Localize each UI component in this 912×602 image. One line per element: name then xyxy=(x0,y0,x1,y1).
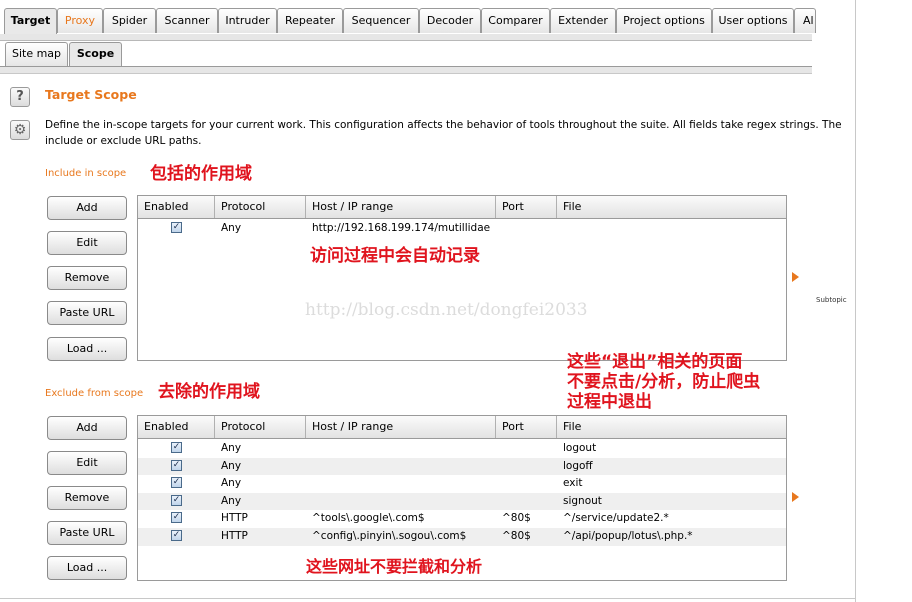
subtopic-label: Subtopic xyxy=(816,296,847,304)
enabled-checkbox[interactable]: ✓ xyxy=(171,512,182,524)
include-annotation: 包括的作用域 xyxy=(150,164,252,184)
exclude-expand-arrow-icon[interactable] xyxy=(792,492,799,502)
include-row-annotation: 访问过程中会自动记录 xyxy=(310,246,480,266)
tab-alerts[interactable]: Al xyxy=(794,8,816,33)
row-host: ^config\.pinyin\.sogou\.com$ xyxy=(312,530,467,542)
include-edit-button[interactable]: Edit xyxy=(47,231,127,255)
include-table-header: Enabled Protocol Host / IP range Port Fi… xyxy=(138,196,786,219)
tab-scanner[interactable]: Scanner xyxy=(156,8,218,33)
side-annotation-line: 这些“退出”相关的页面 xyxy=(567,352,743,372)
tab-decoder[interactable]: Decoder xyxy=(419,8,481,33)
scope-description: Define the in-scope targets for your cur… xyxy=(45,117,842,149)
row-file: exit xyxy=(563,477,583,490)
row-protocol: Any xyxy=(221,222,242,234)
row-protocol: Any xyxy=(221,459,242,472)
row-port: ^80$ xyxy=(502,530,531,542)
exclude-side-annotation: 这些“退出”相关的页面 不要点击/分析，防止爬虫 过程中退出 xyxy=(567,352,760,412)
include-scope-table[interactable]: Enabled Protocol Host / IP range Port Fi… xyxy=(137,195,787,361)
table-row[interactable]: ✓ HTTP ^config\.pinyin\.sogou\.com$ ^80$… xyxy=(138,528,786,546)
row-protocol: HTTP xyxy=(221,530,248,542)
include-remove-button[interactable]: Remove xyxy=(47,266,127,290)
exclude-table-header: Enabled Protocol Host / IP range Port Fi… xyxy=(138,416,786,439)
include-expand-arrow-icon[interactable] xyxy=(792,272,799,282)
table-row[interactable]: ✓ Any logout xyxy=(138,440,786,458)
tab-target[interactable]: Target xyxy=(4,8,57,34)
exclude-scope-label: Exclude from scope xyxy=(45,388,144,399)
subtab-site-map[interactable]: Site map xyxy=(5,42,68,66)
tab-comparer[interactable]: Comparer xyxy=(481,8,550,33)
table-row[interactable]: ✓ Any signout xyxy=(138,492,786,511)
tab-user-options[interactable]: User options xyxy=(712,8,794,33)
column-host[interactable]: Host / IP range xyxy=(306,416,496,438)
row-protocol: HTTP xyxy=(221,512,248,525)
description-line-2: include or exclude URL paths. xyxy=(45,135,202,147)
column-enabled[interactable]: Enabled xyxy=(138,416,215,438)
row-file: signout xyxy=(563,494,602,507)
row-protocol: Any xyxy=(221,494,242,507)
row-file: ^/service/update2.* xyxy=(563,512,669,525)
page-title: Target Scope xyxy=(45,87,137,102)
bottom-divider xyxy=(0,598,855,599)
row-file: logoff xyxy=(563,459,593,472)
column-host[interactable]: Host / IP range xyxy=(306,196,496,218)
side-annotation-line: 过程中退出 xyxy=(567,392,652,412)
exclude-remove-button[interactable]: Remove xyxy=(47,486,127,510)
tab-extender[interactable]: Extender xyxy=(550,8,616,33)
tab-bar-base xyxy=(0,34,812,41)
tab-project-options[interactable]: Project options xyxy=(616,8,712,33)
include-add-button[interactable]: Add xyxy=(47,196,127,220)
table-row[interactable]: ✓ Any logoff xyxy=(138,457,786,476)
column-file[interactable]: File xyxy=(557,196,786,218)
tab-intruder[interactable]: Intruder xyxy=(218,8,277,33)
enabled-checkbox[interactable]: ✓ xyxy=(171,459,182,471)
column-file[interactable]: File xyxy=(557,416,786,438)
row-host: ^tools\.google\.com$ xyxy=(312,512,425,525)
exclude-add-button[interactable]: Add xyxy=(47,416,127,440)
row-file: logout xyxy=(563,442,597,454)
exclude-paste-url-button[interactable]: Paste URL xyxy=(47,521,127,545)
enabled-checkbox[interactable]: ✓ xyxy=(171,530,182,541)
table-row[interactable]: ✓ Any exit xyxy=(138,475,786,493)
include-paste-url-button[interactable]: Paste URL xyxy=(47,301,127,325)
enabled-checkbox[interactable]: ✓ xyxy=(171,222,182,233)
enabled-checkbox[interactable]: ✓ xyxy=(171,494,182,506)
include-load-button[interactable]: Load ... xyxy=(47,337,127,361)
column-protocol[interactable]: Protocol xyxy=(215,416,306,438)
column-protocol[interactable]: Protocol xyxy=(215,196,306,218)
row-file: ^/api/popup/lotus\.php.* xyxy=(563,530,693,542)
column-port[interactable]: Port xyxy=(496,196,557,218)
enabled-checkbox[interactable]: ✓ xyxy=(171,477,182,489)
include-scope-label: Include in scope xyxy=(45,168,127,179)
subtab-scope[interactable]: Scope xyxy=(69,42,122,66)
row-protocol: Any xyxy=(221,442,242,454)
watermark: http://blog.csdn.net/dongfei2033 xyxy=(305,300,588,320)
side-annotation-line: 不要点击/分析，防止爬虫 xyxy=(567,372,761,392)
help-icon[interactable]: ? xyxy=(10,87,30,107)
table-row[interactable]: ✓ HTTP ^tools\.google\.com$ ^80$ ^/servi… xyxy=(138,510,786,528)
table-row[interactable]: ✓ Any http://192.168.199.174/mutillidae xyxy=(138,220,786,238)
tab-spider[interactable]: Spider xyxy=(103,8,156,33)
main-tab-bar: Target Proxy Spider Scanner Intruder Rep… xyxy=(0,0,816,42)
column-port[interactable]: Port xyxy=(496,416,557,438)
exclude-edit-button[interactable]: Edit xyxy=(47,451,127,475)
subtab-bar-base xyxy=(0,66,812,74)
gear-icon[interactable]: ⚙ xyxy=(10,120,30,140)
row-host: http://192.168.199.174/mutillidae xyxy=(312,222,491,234)
enabled-checkbox[interactable]: ✓ xyxy=(171,442,182,453)
row-protocol: Any xyxy=(221,477,242,490)
exclude-bottom-annotation: 这些网址不要拦截和分析 xyxy=(306,557,483,576)
tab-repeater[interactable]: Repeater xyxy=(277,8,343,33)
burp-window: Target Proxy Spider Scanner Intruder Rep… xyxy=(0,0,856,602)
exclude-load-button[interactable]: Load ... xyxy=(47,556,127,580)
row-port: ^80$ xyxy=(502,512,531,525)
exclude-annotation: 去除的作用域 xyxy=(158,382,260,402)
tab-proxy[interactable]: Proxy xyxy=(57,8,103,33)
description-line-1: Define the in-scope targets for your cur… xyxy=(45,119,842,131)
column-enabled[interactable]: Enabled xyxy=(138,196,215,218)
tab-sequencer[interactable]: Sequencer xyxy=(343,8,419,33)
